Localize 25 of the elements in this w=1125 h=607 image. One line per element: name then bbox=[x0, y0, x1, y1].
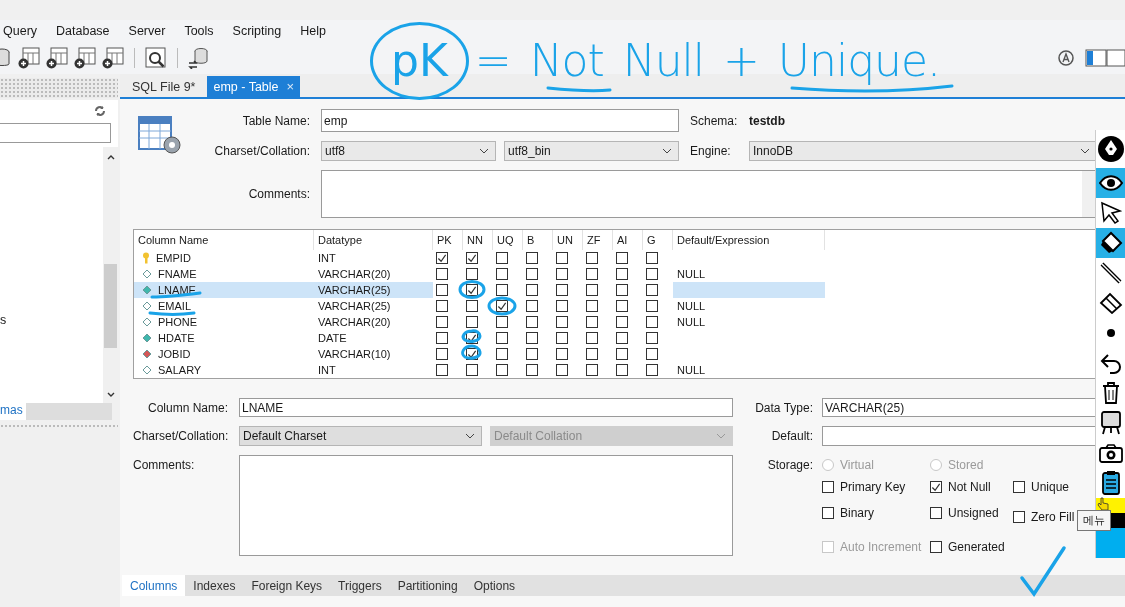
field-label: Table Name: bbox=[241, 113, 310, 128]
option-label: Binary bbox=[840, 506, 874, 520]
tooltip: 메뉴 bbox=[1077, 510, 1111, 531]
field-label: Comments: bbox=[133, 457, 196, 472]
field-label: Storage: bbox=[766, 457, 813, 472]
option-label: Auto Increment bbox=[840, 540, 922, 554]
handwritten-note: = Not Null + Unique. bbox=[474, 34, 940, 88]
field-label: Charset/Collation: bbox=[133, 429, 228, 443]
field-label: Charset/Collation: bbox=[213, 144, 310, 158]
field-label: Default: bbox=[770, 429, 813, 443]
field-label: Comments: bbox=[247, 187, 310, 201]
field-label: Engine: bbox=[690, 144, 732, 158]
option-label: Unsigned bbox=[948, 506, 999, 520]
field-label: Data Type: bbox=[754, 400, 813, 415]
option-label: Unique bbox=[1031, 480, 1070, 494]
option-label: Zero Fill bbox=[1031, 510, 1075, 524]
option-label: Not Null bbox=[948, 480, 991, 494]
schema-name: testdb bbox=[749, 113, 786, 128]
option-label: Stored bbox=[948, 458, 984, 472]
circled-note: pK bbox=[370, 22, 469, 100]
option-label: Primary Key bbox=[840, 480, 906, 494]
field-label: Column Name: bbox=[146, 400, 228, 415]
option-label: Generated bbox=[948, 540, 1005, 554]
option-label: Virtual bbox=[840, 458, 874, 472]
field-label: Schema: bbox=[690, 113, 738, 128]
